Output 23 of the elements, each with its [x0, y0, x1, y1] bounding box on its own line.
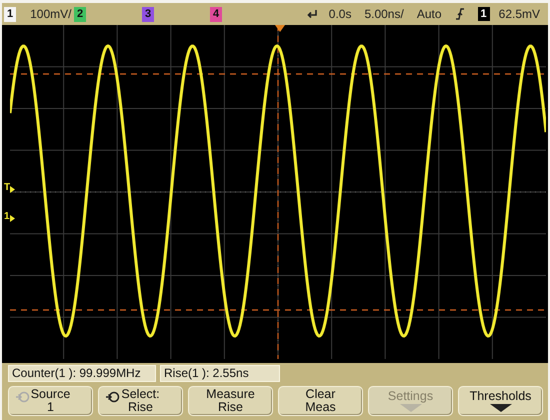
softkey-button[interactable]: Thresholds — [458, 386, 543, 416]
marker-label: 1 — [4, 211, 10, 222]
marker-label: T — [4, 182, 10, 193]
channel-badge: 4 — [210, 6, 222, 22]
softkey-button[interactable]: Select: Rise — [98, 386, 183, 416]
softkey-button[interactable]: Clear Meas — [278, 386, 363, 416]
time-scale: 5.00ns/ — [364, 7, 404, 21]
trigger-position-icon — [306, 8, 318, 20]
time-reference: 0.0s — [328, 7, 352, 21]
channel-badge: 3 — [142, 6, 154, 22]
marker-arrow-icon — [10, 186, 15, 193]
softkey-button[interactable]: Source 1 — [8, 386, 93, 416]
trigger-level: 62.5mV — [498, 7, 540, 21]
measurement-readout: Rise(1 ): 2.55ns — [160, 365, 280, 382]
trigger-mode: Auto — [416, 7, 442, 21]
marker-arrow-icon — [10, 215, 15, 222]
channel-badge: 2 — [74, 6, 86, 22]
vertical-scale: 100mV/ — [30, 7, 72, 21]
softkey-button[interactable]: Measure Rise — [188, 386, 273, 416]
rising-edge-icon — [454, 7, 465, 21]
measurement-readout: Counter(1 ): 99.999MHz — [8, 365, 156, 382]
channel-badge: 1 — [4, 6, 16, 22]
trigger-source-badge: 1 — [478, 7, 490, 21]
